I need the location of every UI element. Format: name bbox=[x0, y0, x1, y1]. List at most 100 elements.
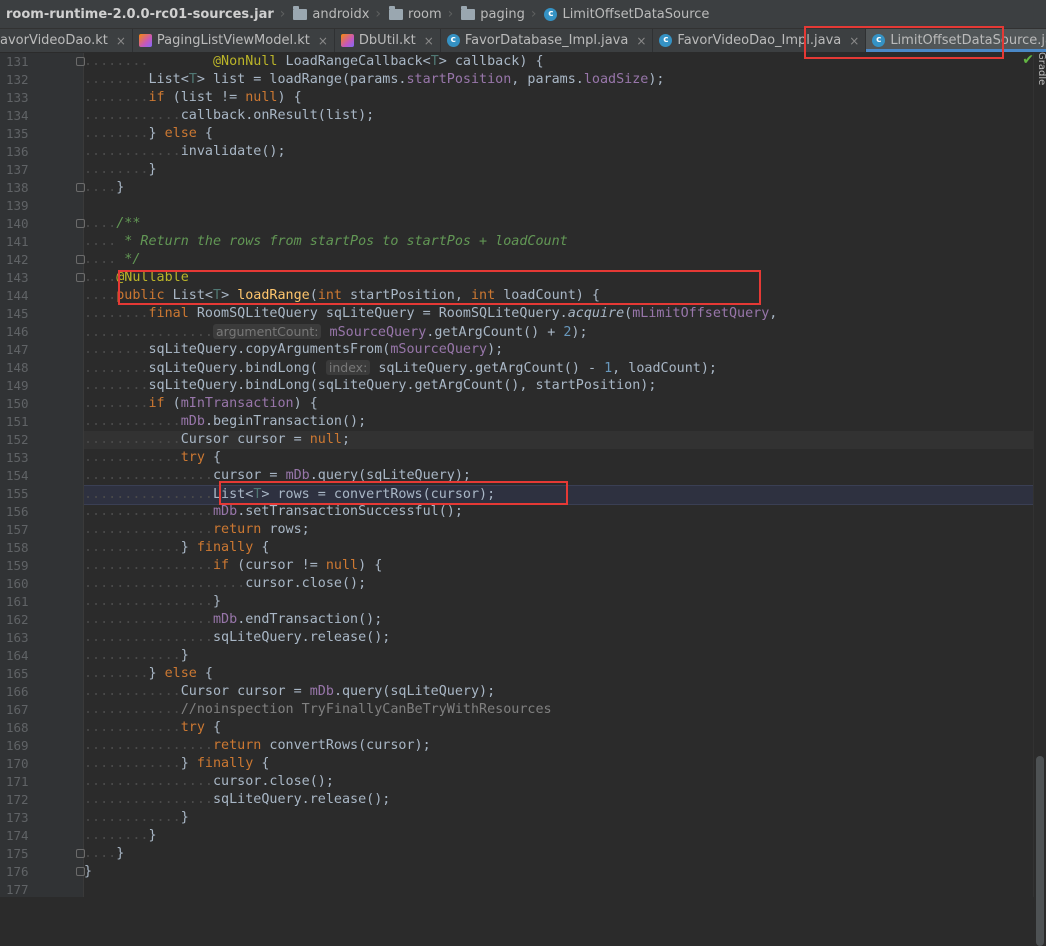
line-number: 148 bbox=[6, 360, 29, 375]
code-line: ............} bbox=[84, 648, 189, 663]
tab-dbutil-kt[interactable]: DbUtil.kt × bbox=[335, 29, 441, 52]
java-class-icon: c bbox=[659, 34, 673, 47]
code-area[interactable]: ........ @NonNull LoadRangeCallback<T> c… bbox=[84, 53, 1034, 897]
line-number: 146 bbox=[6, 324, 29, 339]
editor-tab-bar: avorVideoDao.kt × PagingListViewModel.kt… bbox=[0, 29, 1046, 53]
breadcrumb-class[interactable]: c LimitOffsetDataSource bbox=[538, 0, 713, 28]
line-number: 153 bbox=[6, 450, 29, 465]
code-line: ............mDb.beginTransaction(); bbox=[84, 414, 367, 429]
tab-label: FavorDatabase_Impl.java bbox=[464, 33, 629, 48]
java-class-icon: c bbox=[872, 34, 886, 47]
line-number: 131 bbox=[6, 54, 29, 69]
parameter-hint: index: bbox=[325, 360, 371, 375]
breadcrumb-paging[interactable]: paging bbox=[455, 0, 529, 28]
line-number: 147 bbox=[6, 342, 29, 357]
java-class-icon: c bbox=[446, 34, 460, 47]
breadcrumb-label: androidx bbox=[312, 6, 370, 22]
kotlin-file-icon bbox=[138, 34, 152, 47]
line-number: 136 bbox=[6, 144, 29, 159]
code-line: ................ argumentCount: mSourceQu… bbox=[84, 324, 588, 340]
folder-icon bbox=[461, 5, 476, 20]
tab-favorvideodao-kt[interactable]: avorVideoDao.kt × bbox=[0, 29, 133, 52]
code-line: ....} bbox=[84, 180, 125, 195]
folder-icon bbox=[389, 5, 404, 20]
line-number: 133 bbox=[6, 90, 29, 105]
line-number: 135 bbox=[6, 126, 29, 141]
class-icon: c bbox=[544, 7, 558, 21]
code-line: ............} finally { bbox=[84, 756, 270, 771]
line-number: 156 bbox=[6, 504, 29, 519]
close-icon[interactable]: × bbox=[849, 34, 859, 48]
scrollbar[interactable] bbox=[1033, 53, 1046, 946]
tab-label: FavorVideoDao_Impl.java bbox=[677, 33, 842, 48]
close-icon[interactable]: × bbox=[318, 34, 328, 48]
breadcrumb-androidx[interactable]: androidx bbox=[287, 0, 373, 28]
close-icon[interactable]: × bbox=[424, 34, 434, 48]
close-icon[interactable]: × bbox=[116, 34, 126, 48]
code-line: ................return rows; bbox=[84, 522, 310, 537]
line-number: 143 bbox=[6, 270, 29, 285]
code-line: ................mDb.setTransactionSucces… bbox=[84, 504, 463, 519]
line-number: 166 bbox=[6, 684, 29, 699]
line-number: 162 bbox=[6, 612, 29, 627]
code-line: ....................cursor.close(); bbox=[84, 576, 367, 591]
line-number: 142 bbox=[6, 252, 29, 267]
line-number: 152 bbox=[6, 432, 29, 447]
tab-label: avorVideoDao.kt bbox=[0, 33, 108, 48]
close-icon[interactable]: × bbox=[636, 34, 646, 48]
code-line: ................} bbox=[84, 594, 222, 609]
line-number: 149 bbox=[6, 378, 29, 393]
line-number: 140 bbox=[6, 216, 29, 231]
code-line: .... * Return the rows from startPos to … bbox=[84, 234, 568, 249]
line-number: 163 bbox=[6, 630, 29, 645]
scrollbar-thumb[interactable] bbox=[1036, 756, 1044, 946]
code-line: .... */ bbox=[84, 252, 141, 267]
line-number: 150 bbox=[6, 396, 29, 411]
code-line: ............} finally { bbox=[84, 540, 270, 555]
code-line: ........} else { bbox=[84, 666, 213, 681]
code-line: ........final RoomSQLiteQuery sqLiteQuer… bbox=[84, 306, 778, 321]
line-number: 160 bbox=[6, 576, 29, 591]
code-line: ........} else { bbox=[84, 126, 213, 141]
code-line: ................mDb.endTransaction(); bbox=[84, 612, 383, 627]
code-line: ............} bbox=[84, 810, 189, 825]
code-line: ............Cursor cursor = mDb.query(sq… bbox=[84, 684, 496, 699]
line-number: 144 bbox=[6, 288, 29, 303]
line-number: 165 bbox=[6, 666, 29, 681]
line-number: 134 bbox=[6, 108, 29, 123]
line-number: 170 bbox=[6, 756, 29, 771]
breadcrumb-label: paging bbox=[480, 6, 525, 22]
chevron-right-icon: › bbox=[375, 6, 382, 22]
tab-limitoffsetdatasource-java[interactable]: c LimitOffsetDataSource.java × bbox=[866, 29, 1046, 52]
line-number: 173 bbox=[6, 810, 29, 825]
code-line: ................sqLiteQuery.release(); bbox=[84, 630, 391, 645]
line-number: 176 bbox=[6, 864, 29, 879]
code-line: ........ @NonNull LoadRangeCallback<T> c… bbox=[84, 54, 544, 69]
tab-favorvideodao-impl-java[interactable]: c FavorVideoDao_Impl.java × bbox=[653, 29, 867, 52]
code-line: ................sqLiteQuery.release(); bbox=[84, 792, 391, 807]
line-number: 157 bbox=[6, 522, 29, 537]
chevron-right-icon: › bbox=[447, 6, 454, 22]
code-line-current: ............Cursor cursor = null; bbox=[84, 431, 1034, 449]
code-line: ................cursor = mDb.query(sqLit… bbox=[84, 468, 471, 483]
code-line: ....public List<T> loadRange(int startPo… bbox=[84, 288, 600, 303]
line-number: 141 bbox=[6, 234, 29, 249]
code-line: ........} bbox=[84, 828, 157, 843]
gradle-tool-window-button[interactable]: Gradle bbox=[1033, 52, 1046, 85]
line-number: 159 bbox=[6, 558, 29, 573]
code-line: ........} bbox=[84, 162, 157, 177]
kotlin-file-icon bbox=[340, 34, 354, 47]
breadcrumb-room[interactable]: room bbox=[383, 0, 446, 28]
code-line: ............callback.onResult(list); bbox=[84, 108, 375, 123]
chevron-right-icon: › bbox=[530, 6, 537, 22]
code-line: ............invalidate(); bbox=[84, 144, 286, 159]
line-number: 138 bbox=[6, 180, 29, 195]
breadcrumb-jar[interactable]: room-runtime-2.0.0-rc01-sources.jar bbox=[0, 0, 278, 28]
tab-favordatabase-impl-java[interactable]: c FavorDatabase_Impl.java × bbox=[441, 29, 654, 52]
line-number: 137 bbox=[6, 162, 29, 177]
tab-paginglistviewmodel-kt[interactable]: PagingListViewModel.kt × bbox=[133, 29, 335, 52]
line-number: 132 bbox=[6, 72, 29, 87]
chevron-right-icon: › bbox=[279, 6, 286, 22]
code-editor[interactable]: 131 132 133 134 135 136 137 138 139 140 141 142 143 1… bbox=[0, 53, 1046, 897]
line-number: 172 bbox=[6, 792, 29, 807]
